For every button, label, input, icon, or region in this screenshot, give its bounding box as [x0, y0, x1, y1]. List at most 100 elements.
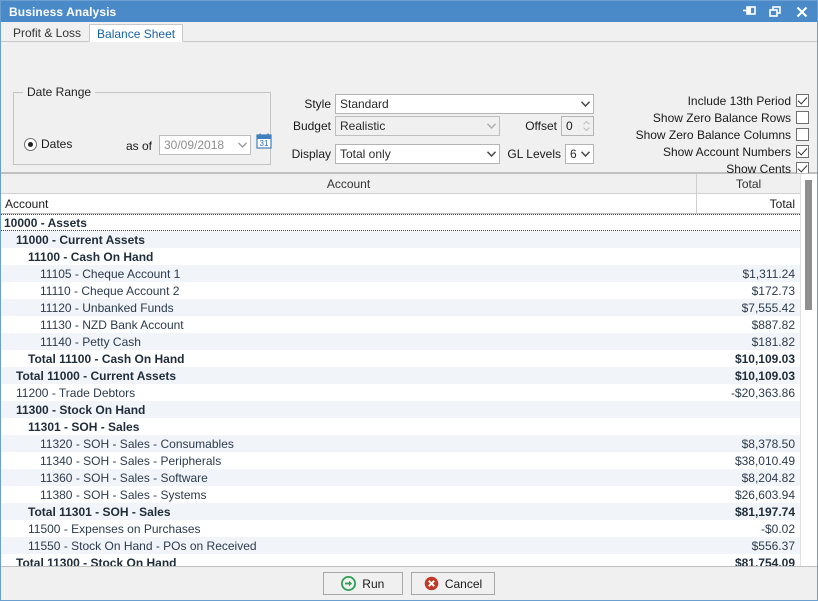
- table-row[interactable]: 11130 - NZD Bank Account $887.82: [1, 316, 800, 333]
- pin-icon[interactable]: [742, 4, 757, 19]
- row-account-cell: 11200 - Trade Debtors: [16, 385, 136, 400]
- chevron-down-icon: [235, 142, 250, 148]
- row-account-cell: 11340 - SOH - Sales - Peripherals: [40, 453, 222, 468]
- close-icon[interactable]: [794, 4, 809, 19]
- row-total-cell: $181.82: [751, 334, 795, 349]
- grid-group-header: Account Total: [1, 174, 800, 194]
- table-row[interactable]: 11120 - Unbanked Funds $7,555.42: [1, 299, 800, 316]
- dialog-footer: Run Cancel: [1, 566, 817, 600]
- chevron-down-icon: [578, 151, 593, 157]
- row-account-cell: 11110 - Cheque Account 2: [40, 283, 180, 298]
- budget-value: Realistic: [340, 119, 386, 133]
- style-value: Standard: [340, 97, 389, 111]
- dates-radio[interactable]: [24, 137, 37, 151]
- table-row[interactable]: 11105 - Cheque Account 1 $1,311.24: [1, 265, 800, 282]
- gl-levels-label: GL Levels: [507, 147, 561, 161]
- display-value: Total only: [340, 147, 391, 161]
- checkbox-box[interactable]: [796, 94, 809, 107]
- checkbox-box[interactable]: [796, 145, 809, 158]
- table-row[interactable]: 11300 - Stock On Hand: [1, 401, 800, 418]
- row-total-cell: $887.82: [751, 317, 795, 332]
- row-account-cell: 11380 - SOH - Sales - Systems: [40, 487, 207, 502]
- row-account-cell: 11105 - Cheque Account 1: [40, 266, 181, 281]
- as-of-label: as of: [126, 139, 153, 153]
- table-row[interactable]: Total 11301 - SOH - Sales $81,197.74: [1, 503, 800, 520]
- checkbox-label: Show Zero Balance Rows: [652, 110, 791, 125]
- tab-balance-sheet[interactable]: Balance Sheet: [89, 24, 184, 42]
- row-total-cell: $10,109.03: [734, 368, 795, 383]
- grid-main: Account Total Account Total 10000 - Asse…: [1, 174, 800, 566]
- table-row[interactable]: 11340 - SOH - Sales - Peripherals $38,010…: [1, 452, 800, 469]
- row-account-cell: Total 11000 - Current Assets: [16, 368, 177, 383]
- row-total-cell: $10,109.03: [734, 351, 795, 366]
- column-header-account[interactable]: Account: [1, 194, 697, 213]
- table-row[interactable]: 11200 - Trade Debtors -$20,363.86: [1, 384, 800, 401]
- row-total-cell: -$20,363.86: [730, 385, 795, 400]
- checkbox-label: Show Zero Balance Columns: [635, 127, 791, 142]
- table-row[interactable]: 11500 - Expenses on Purchases -$0.02: [1, 520, 800, 537]
- checkbox-show-zero-balance-columns[interactable]: Show Zero Balance Columns: [636, 126, 809, 143]
- row-account-cell: 11120 - Unbanked Funds: [40, 300, 174, 315]
- grid-rows: 10000 - Assets 11000 - Current Assets 1110…: [1, 214, 800, 566]
- row-total-cell: $8,204.82: [741, 470, 795, 485]
- offset-stepper[interactable]: 0: [561, 116, 594, 136]
- style-select[interactable]: Standard: [335, 94, 594, 114]
- checkbox-box[interactable]: [796, 111, 809, 124]
- table-row[interactable]: Total 11300 - Stock On Hand $81,754.09: [1, 554, 800, 566]
- scrollbar-thumb[interactable]: [805, 180, 812, 310]
- date-range-group: Date Range Dates as of 30/09/2018 31: [13, 85, 272, 165]
- table-row[interactable]: 11550 - Stock On Hand - POs on Received $…: [1, 537, 800, 554]
- table-row[interactable]: 11140 - Petty Cash $181.82: [1, 333, 800, 350]
- offset-label: Offset: [525, 119, 557, 133]
- table-row[interactable]: 11320 - SOH - Sales - Consumables $8,378.…: [1, 435, 800, 452]
- checkbox-show-account-numbers[interactable]: Show Account Numbers: [663, 143, 809, 160]
- row-account-cell: 11320 - SOH - Sales - Consumables: [40, 436, 234, 451]
- row-total-cell: $172.73: [751, 283, 795, 298]
- tab-profit-and-loss[interactable]: Profit & Loss: [5, 23, 89, 41]
- row-total-cell: $8,378.50: [741, 436, 795, 451]
- table-row[interactable]: 11301 - SOH - Sales: [1, 418, 800, 435]
- group-header-total[interactable]: Total: [697, 174, 800, 193]
- row-account-cell: 11500 - Expenses on Purchases: [28, 521, 201, 536]
- checkbox-box[interactable]: [796, 128, 809, 141]
- checkbox-show-zero-balance-rows[interactable]: Show Zero Balance Rows: [653, 109, 809, 126]
- grid-column-header: Account Total: [1, 194, 800, 214]
- row-account-cell: 11000 - Current Assets: [16, 232, 145, 247]
- checkbox-label: Include 13th Period: [687, 93, 791, 108]
- stepper-arrows-icon[interactable]: [579, 117, 593, 135]
- as-of-date-value: 30/09/2018: [164, 138, 225, 152]
- offset-value: 0: [566, 119, 573, 133]
- options-panel: Date Range Dates as of 30/09/2018 31 Sty…: [1, 42, 817, 212]
- row-total-cell: $7,555.42: [741, 300, 795, 315]
- table-row[interactable]: Total 11100 - Cash On Hand $10,109.03: [1, 350, 800, 367]
- row-total-cell: -$0.02: [760, 521, 795, 536]
- table-row[interactable]: 11110 - Cheque Account 2 $172.73: [1, 282, 800, 299]
- checkbox-include-13th-period[interactable]: Include 13th Period: [688, 92, 809, 109]
- row-account-cell: Total 11300 - Stock On Hand: [16, 555, 177, 567]
- table-row[interactable]: Total 11000 - Current Assets $10,109.03: [1, 367, 800, 384]
- table-row[interactable]: 11360 - SOH - Sales - Software $8,204.82: [1, 469, 800, 486]
- display-select[interactable]: Total only: [335, 144, 500, 164]
- checkbox-label: Show Account Numbers: [662, 144, 791, 159]
- as-of-date-input[interactable]: 30/09/2018: [159, 135, 251, 155]
- table-row[interactable]: 11100 - Cash On Hand: [1, 248, 800, 265]
- row-total-cell: $38,010.49: [734, 453, 795, 468]
- dates-radio-row[interactable]: Dates: [24, 137, 72, 151]
- budget-select[interactable]: Realistic: [335, 116, 500, 136]
- date-range-title: Date Range: [23, 85, 96, 99]
- gl-levels-select[interactable]: 6: [565, 144, 594, 164]
- group-header-account[interactable]: Account: [1, 174, 697, 193]
- row-account-cell: 11140 - Petty Cash: [40, 334, 141, 349]
- gl-levels-value: 6: [570, 147, 577, 161]
- table-row[interactable]: 11380 - SOH - Sales - Systems $26,603.94: [1, 486, 800, 503]
- cancel-icon: [424, 576, 439, 591]
- cancel-button[interactable]: Cancel: [410, 572, 496, 595]
- table-row[interactable]: 11000 - Current Assets: [1, 231, 800, 248]
- run-button[interactable]: Run: [322, 572, 403, 595]
- budget-label: Budget: [292, 119, 331, 133]
- vertical-scrollbar[interactable]: [800, 174, 817, 566]
- tab-strip: Profit & Loss Balance Sheet: [1, 22, 817, 42]
- table-row[interactable]: 10000 - Assets: [1, 214, 800, 231]
- restore-icon[interactable]: [768, 4, 783, 19]
- column-header-total[interactable]: Total: [697, 194, 800, 213]
